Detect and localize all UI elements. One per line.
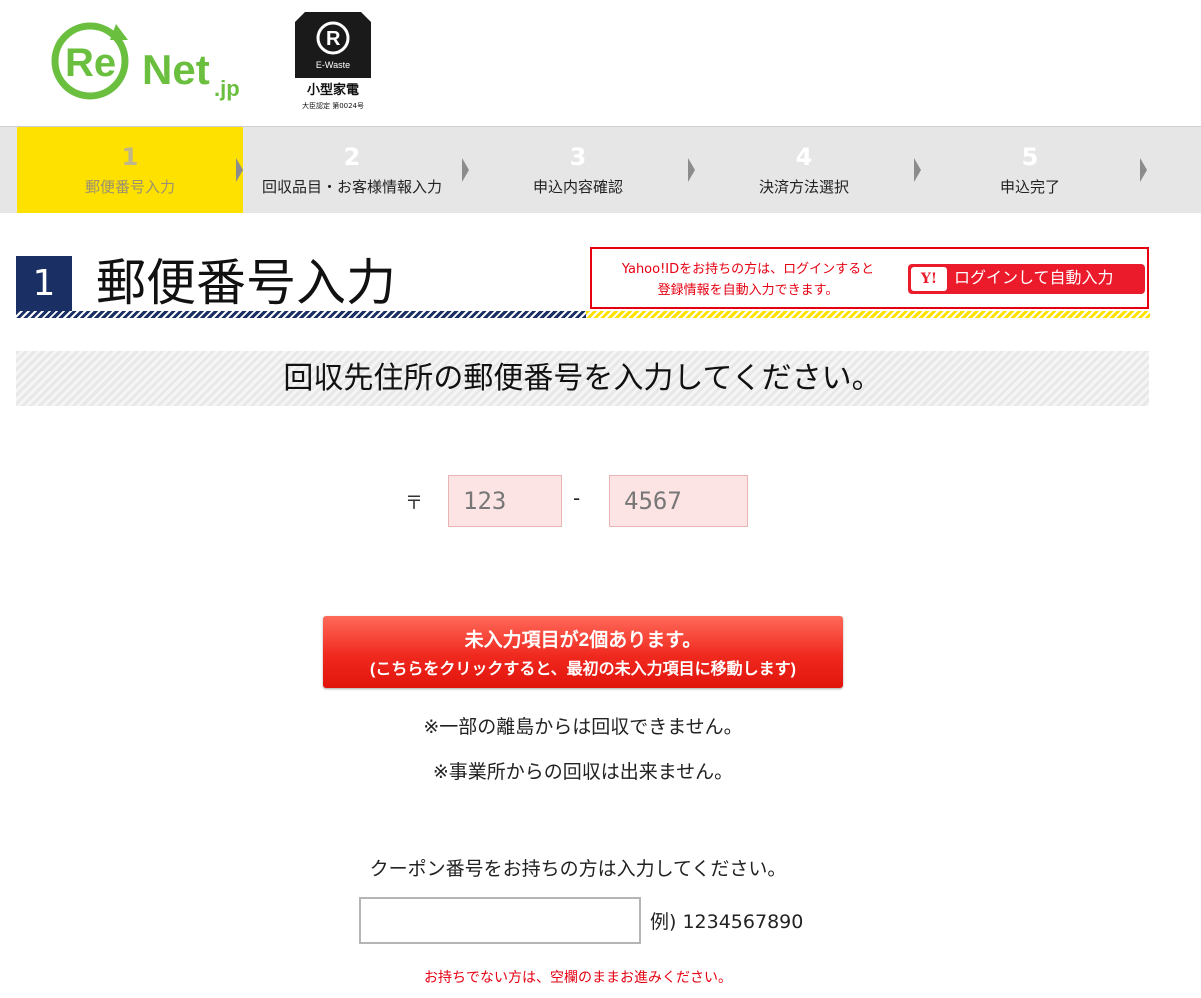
alert-line1: 未入力項目が2個あります。 xyxy=(464,630,702,651)
step-number: 2 xyxy=(343,143,361,171)
yahoo-note-line1: Yahoo!IDをお持ちの方は、ログインすると xyxy=(621,262,875,277)
coupon-label: クーポン番号をお持ちの方は入力してください。 xyxy=(369,858,787,880)
postal-code-separator: - xyxy=(573,486,581,510)
alert-line2: (こちらをクリックすると、最初の未入力項目に移動します) xyxy=(369,661,797,678)
step-label: 郵便番号入力 xyxy=(84,178,175,196)
heading-underline-yellow xyxy=(586,311,1150,318)
step-5: 5 申込完了 xyxy=(917,127,1143,213)
postal-code-second-input[interactable] xyxy=(609,475,748,527)
chevron-right-icon xyxy=(1140,158,1147,182)
business-notice: ※事業所からの回収は出来ません。 xyxy=(432,761,734,783)
yahoo-icon: Y! xyxy=(911,267,947,291)
svg-text:.jp: .jp xyxy=(214,76,240,101)
step-number: 3 xyxy=(569,143,587,171)
step-1: 1 郵便番号入力 xyxy=(17,127,243,213)
svg-text:E-Waste: E-Waste xyxy=(316,60,350,70)
yahoo-autofill-login-button[interactable]: Y! ログインして自動入力 xyxy=(908,264,1145,294)
postal-code-first-input[interactable] xyxy=(448,475,562,527)
postal-mark-icon: 〒 xyxy=(405,493,423,514)
step-4: 4 決済方法選択 xyxy=(691,127,917,213)
island-notice: ※一部の離島からは回収できません。 xyxy=(423,716,743,738)
section-number-badge: 1 xyxy=(16,256,72,312)
svg-text:Net: Net xyxy=(142,46,210,93)
svg-text:大臣認定 第0024号: 大臣認定 第0024号 xyxy=(302,101,364,110)
postal-code-instruction: 回収先住所の郵便番号を入力してください。 xyxy=(16,351,1149,406)
missing-fields-alert-button[interactable]: 未入力項目が2個あります。 (こちらをクリックすると、最初の未入力項目に移動しま… xyxy=(323,616,843,688)
yahoo-note-line2: 登録情報を自動入力できます。 xyxy=(657,283,839,298)
step-number: 1 xyxy=(121,143,139,171)
step-number: 5 xyxy=(1021,143,1039,171)
yahoo-button-label: ログインして自動入力 xyxy=(954,270,1114,287)
coupon-note: お持ちでない方は、空欄のままお進みください。 xyxy=(424,970,732,986)
ewaste-certification-logo: R E-Waste 小型家電 大臣認定 第0024号 xyxy=(295,12,371,110)
renet-logo[interactable]: Re Net .jp xyxy=(50,16,250,106)
coupon-example: 例) 1234567890 xyxy=(650,911,804,933)
page-title: 郵便番号入力 xyxy=(96,254,396,312)
step-label: 決済方法選択 xyxy=(758,178,849,196)
section-heading: 1 郵便番号入力 xyxy=(16,252,584,318)
yahoo-login-panel: Yahoo!IDをお持ちの方は、ログインすると 登録情報を自動入力できます。 Y… xyxy=(590,247,1149,309)
heading-underline-navy xyxy=(16,311,586,318)
site-header: Re Net .jp R E-Waste 小型家電 大臣認定 第0024号 xyxy=(0,0,1201,126)
svg-text:Re: Re xyxy=(65,41,116,85)
svg-text:R: R xyxy=(326,28,341,50)
step-3: 3 申込内容確認 xyxy=(465,127,691,213)
progress-steps: 1 郵便番号入力 2 回収品目・お客様情報入力 3 申込内容確認 4 決済方法選… xyxy=(0,126,1201,213)
step-label: 申込完了 xyxy=(999,178,1060,196)
svg-text:小型家電: 小型家電 xyxy=(307,82,359,98)
coupon-code-input[interactable] xyxy=(359,897,641,944)
step-number: 4 xyxy=(795,143,813,171)
step-label: 回収品目・お客様情報入力 xyxy=(261,178,442,196)
step-2: 2 回収品目・お客様情報入力 xyxy=(239,127,465,213)
step-label: 申込内容確認 xyxy=(532,178,623,196)
yahoo-login-note: Yahoo!IDをお持ちの方は、ログインすると 登録情報を自動入力できます。 xyxy=(598,259,898,301)
